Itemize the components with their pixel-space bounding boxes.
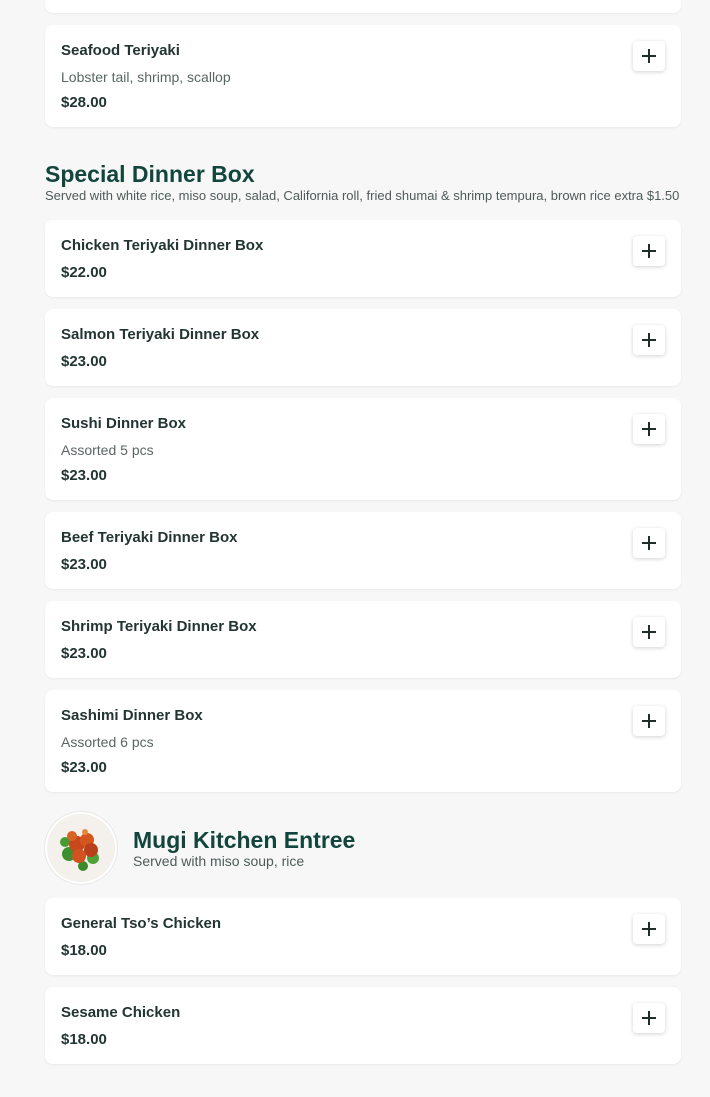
item-name: Beef Teriyaki Dinner Box [61, 529, 238, 546]
menu-item-card[interactable]: Beef Teriyaki Dinner Box $23.00 [45, 512, 681, 589]
menu-item-card[interactable]: Salmon Teriyaki Dinner Box $23.00 [45, 309, 681, 386]
menu-item-card[interactable]: Shrimp Teriyaki Dinner Box $23.00 [45, 601, 681, 678]
item-price: $23.00 [61, 556, 107, 573]
food-photo-icon [47, 814, 115, 882]
item-description: Assorted 5 pcs [61, 442, 154, 458]
section-header: Special Dinner Box Served with white ric… [45, 161, 681, 204]
menu-item-card[interactable]: Sesame Chicken $18.00 [45, 987, 681, 1064]
item-price: $23.00 [61, 467, 107, 484]
plus-icon [642, 625, 656, 639]
item-price: $18.00 [61, 1031, 107, 1048]
plus-icon [642, 536, 656, 550]
menu-item-card[interactable]: Chicken Teriyaki Dinner Box $22.00 [45, 220, 681, 297]
menu-item-card[interactable]: Sashimi Dinner Box Assorted 6 pcs $23.00 [45, 690, 681, 792]
section-title: Mugi Kitchen Entree [133, 826, 356, 853]
item-name: Sashimi Dinner Box [61, 707, 203, 724]
add-item-button[interactable] [633, 41, 665, 71]
add-item-button[interactable] [633, 914, 665, 944]
item-name: Salmon Teriyaki Dinner Box [61, 326, 260, 343]
add-item-button[interactable] [633, 1003, 665, 1033]
plus-icon [642, 422, 656, 436]
menu-item-card[interactable]: Sushi Dinner Box Assorted 5 pcs $23.00 [45, 398, 681, 500]
add-item-button[interactable] [633, 325, 665, 355]
add-item-button[interactable] [633, 528, 665, 558]
item-price: $28.00 [61, 94, 107, 111]
item-name: Sesame Chicken [61, 1004, 181, 1021]
plus-icon [642, 1011, 656, 1025]
section-header: Mugi Kitchen Entree Served with miso sou… [45, 814, 681, 882]
section-header-text: Mugi Kitchen Entree Served with miso sou… [133, 827, 355, 870]
item-price: $23.00 [61, 759, 107, 776]
item-price: $18.00 [61, 942, 107, 959]
item-name: Shrimp Teriyaki Dinner Box [61, 618, 257, 635]
item-price: $23.00 [61, 645, 107, 662]
plus-icon [642, 333, 656, 347]
menu-item-card-partial[interactable] [45, 0, 681, 13]
plus-icon [642, 922, 656, 936]
menu-item-card[interactable]: General Tso’s Chicken $18.00 [45, 898, 681, 975]
item-name: General Tso’s Chicken [61, 915, 222, 932]
item-name: Sushi Dinner Box [61, 415, 187, 432]
add-item-button[interactable] [633, 706, 665, 736]
menu-item-card[interactable]: Seafood Teriyaki Lobster tail, shrimp, s… [45, 25, 681, 127]
plus-icon [642, 244, 656, 258]
plus-icon [642, 49, 656, 63]
item-name: Chicken Teriyaki Dinner Box [61, 237, 264, 254]
item-description: Lobster tail, shrimp, scallop [61, 69, 231, 85]
add-item-button[interactable] [633, 236, 665, 266]
item-name: Seafood Teriyaki [61, 42, 180, 59]
item-description: Assorted 6 pcs [61, 734, 154, 750]
plus-icon [642, 714, 656, 728]
section-subtitle: Served with miso soup, rice [133, 852, 305, 869]
section-title: Special Dinner Box [45, 161, 255, 187]
item-price: $23.00 [61, 353, 107, 370]
add-item-button[interactable] [633, 414, 665, 444]
section-subtitle: Served with white rice, miso soup, salad… [45, 188, 680, 203]
menu-list: Seafood Teriyaki Lobster tail, shrimp, s… [45, 0, 681, 1076]
item-price: $22.00 [61, 264, 107, 281]
add-item-button[interactable] [633, 617, 665, 647]
